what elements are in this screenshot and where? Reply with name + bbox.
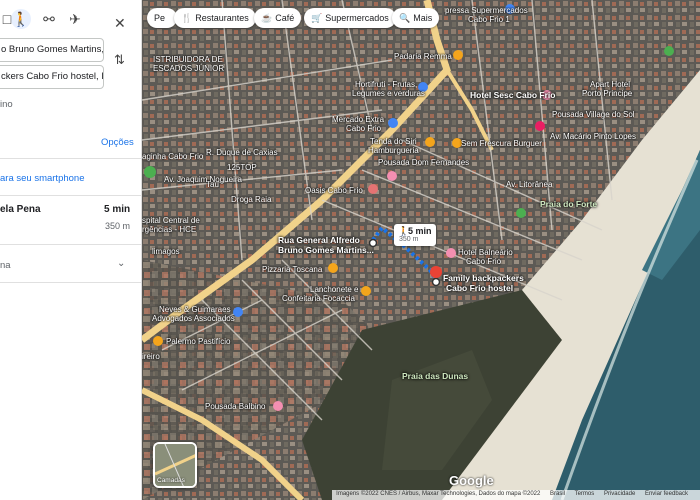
destination-input[interactable]: ckers Cabo Frio hostel, R xyxy=(0,65,104,89)
chip-label: Supermercados xyxy=(325,13,389,23)
divider xyxy=(0,158,141,159)
search-box[interactable]: Pe xyxy=(147,8,177,28)
send-to-phone-link[interactable]: ara seu smartphone xyxy=(0,173,85,184)
walking-mode-icon[interactable]: 🚶 xyxy=(8,6,34,32)
map-label[interactable]: Cabo Frio hostel xyxy=(446,283,513,293)
chip-restaurants[interactable]: 🍴 Restaurantes xyxy=(174,8,256,28)
map-label[interactable]: Hotel Balneário xyxy=(458,248,513,257)
map-label[interactable]: rgências - HCE xyxy=(142,225,196,234)
map-label[interactable]: ESCADOS JÚNIOR xyxy=(153,64,224,73)
route-distance: 350 m xyxy=(105,221,131,231)
chip-cafe[interactable]: ☕ Café xyxy=(254,8,302,28)
map-label[interactable]: Cabo Frio 1 xyxy=(468,15,510,24)
map-label[interactable]: Padaria Remma xyxy=(394,52,452,61)
map-label[interactable]: Advogados Associados xyxy=(152,314,235,323)
map-label[interactable]: Sem Frescura Burguer xyxy=(461,139,542,148)
restaurant-icon: 🍴 xyxy=(181,12,193,23)
divider xyxy=(0,244,141,245)
close-icon[interactable]: ✕ xyxy=(114,15,126,32)
flight-mode-icon[interactable]: ✈ xyxy=(62,6,88,32)
map-label[interactable]: Bruno Gomes Martins... xyxy=(278,245,374,255)
map-label[interactable]: pressa Supermercados xyxy=(445,6,528,15)
map-label[interactable]: Av. Macário Pinto Lopes xyxy=(550,132,636,141)
map-label[interactable]: aginha Cabo Frio xyxy=(142,152,203,161)
privacy-link[interactable]: Privacidade xyxy=(604,491,635,497)
map-label[interactable]: Pousada Village do Sol xyxy=(552,110,635,119)
satellite-map[interactable]: Pe 🍴 Restaurantes ☕ Café 🛒 Supermercados 🔍 M… xyxy=(142,0,700,500)
chip-label: Café xyxy=(275,13,295,23)
map-label[interactable]: limagos xyxy=(152,247,180,256)
map-label[interactable]: Confeitaria Focaccia xyxy=(282,294,355,303)
map-attribution: Imagens ©2022 CNES / Airbus, Maxar Techn… xyxy=(332,490,700,500)
chip-more[interactable]: 🔍 Mais xyxy=(392,8,440,28)
map-label[interactable]: Pousada Balbino xyxy=(205,402,266,411)
search-text: Pe xyxy=(154,13,166,23)
terms-link[interactable]: Termos xyxy=(575,491,595,497)
region-link[interactable]: Brasil xyxy=(550,491,565,497)
bubble-time: 5 min xyxy=(408,226,432,236)
coffee-icon: ☕ xyxy=(261,12,273,23)
map-label[interactable]: 125TOP xyxy=(227,163,257,172)
attribution-text: Imagens ©2022 CNES / Airbus, Maxar Techn… xyxy=(336,491,541,497)
layers-button[interactable]: Camadas xyxy=(153,442,197,488)
map-label[interactable]: ISTRIBUIDORA DE xyxy=(153,55,223,64)
map-label[interactable]: spital Central de xyxy=(142,216,200,225)
google-logo: Google xyxy=(449,473,494,488)
route-detail-text[interactable]: na xyxy=(0,260,11,271)
map-label[interactable]: Droga Raia xyxy=(231,195,271,204)
divider xyxy=(0,195,141,196)
swap-directions-icon[interactable]: ⇅ xyxy=(114,52,125,68)
feedback-link[interactable]: Enviar feedback xyxy=(645,491,688,497)
travel-modes: □ 🚶 ⚯ ✈ ✕ xyxy=(0,6,141,32)
map-label[interactable]: Neves & Guimaraes xyxy=(159,305,231,314)
map-label[interactable]: Pousada Dom Fernandes xyxy=(378,158,469,167)
map-label[interactable]: R. Duque de Caxias xyxy=(206,148,278,157)
route-time-bubble[interactable]: 🚶 5 min 350 m xyxy=(394,224,436,246)
divider xyxy=(0,282,141,283)
chip-label: Mais xyxy=(413,13,433,23)
route-via-name[interactable]: ela Pena xyxy=(0,204,41,215)
map-label[interactable]: Hamburgueria xyxy=(368,146,419,155)
chip-label: Restaurantes xyxy=(195,13,249,23)
map-label[interactable]: Cabo Frio xyxy=(466,257,501,266)
directions-panel: □ 🚶 ⚯ ✈ ✕ o Bruno Gomes Martins, 4 ckers… xyxy=(0,0,142,500)
map-label[interactable]: Praia do Forte xyxy=(540,199,597,209)
search-icon: 🔍 xyxy=(399,12,411,23)
map-label[interactable]: Hortifruti - Frutas, xyxy=(355,80,417,89)
map-label[interactable]: Praia das Dunas xyxy=(402,371,468,381)
chip-supermarkets[interactable]: 🛒 Supermercados xyxy=(304,8,396,28)
map-label[interactable]: Cabo Frio xyxy=(346,124,381,133)
bubble-distance: 350 m xyxy=(399,236,419,243)
map-imagery xyxy=(142,0,700,500)
map-label[interactable]: Av. Joaquim Nogueira xyxy=(164,175,242,184)
bicycle-mode-icon[interactable]: ⚯ xyxy=(36,6,62,32)
map-label[interactable]: Legumes e verduras xyxy=(352,89,425,98)
route-time: 5 min xyxy=(104,204,131,215)
chevron-down-icon[interactable]: ⌄ xyxy=(117,258,125,269)
map-label[interactable]: Rua General Alfredo xyxy=(278,235,360,245)
origin-input[interactable]: o Bruno Gomes Martins, 4 xyxy=(0,38,104,62)
map-label[interactable]: Tenda do Siri xyxy=(370,137,417,146)
map-label[interactable]: Hotel Sesc Cabo Frio xyxy=(470,90,556,100)
map-label[interactable]: Av. Litorânea xyxy=(506,180,552,189)
add-destination-text[interactable]: ino xyxy=(0,99,13,110)
map-label[interactable]: Mercado Extra xyxy=(332,115,384,124)
options-button[interactable]: Opções xyxy=(101,137,134,148)
map-label[interactable]: Family backpackers xyxy=(443,273,524,283)
map-label[interactable]: Lanchonete e xyxy=(310,285,359,294)
map-label[interactable]: Oasis Cabo Frio xyxy=(305,186,363,195)
layers-label: Camadas xyxy=(157,477,185,484)
map-label[interactable]: ireiro xyxy=(142,352,160,361)
map-label[interactable]: Palermo Pastifício xyxy=(166,337,230,346)
map-label[interactable]: Apart Hotel xyxy=(590,80,630,89)
map-label[interactable]: Pizzaria Toscana xyxy=(262,265,322,274)
cart-icon: 🛒 xyxy=(311,12,323,23)
map-label[interactable]: Porto Principe xyxy=(582,89,632,98)
